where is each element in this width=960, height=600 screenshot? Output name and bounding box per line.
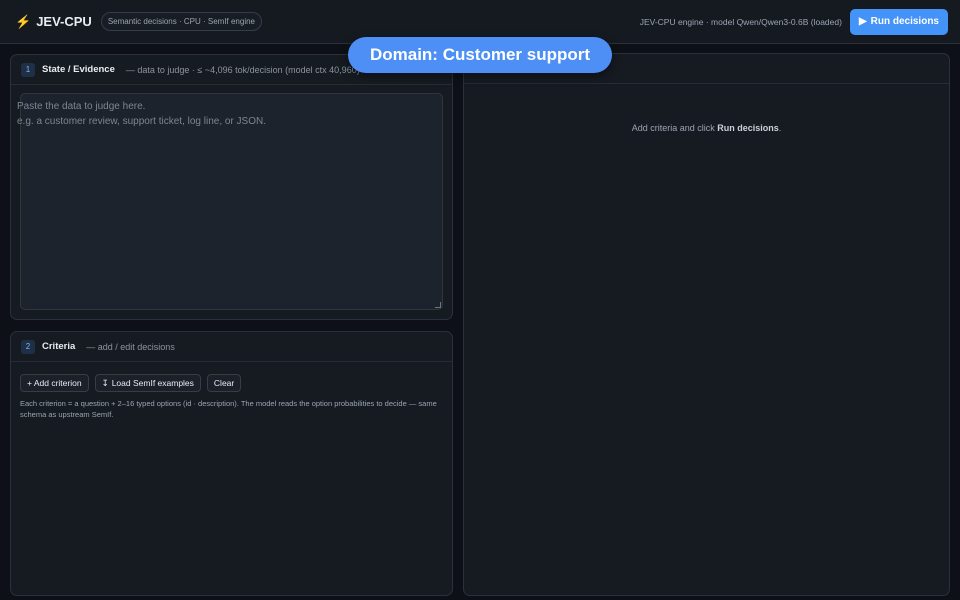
bolt-icon: ⚡ — [15, 13, 32, 29]
criteria-panel-title: Criteria — [42, 341, 76, 352]
play-icon: ▶ — [858, 16, 867, 27]
brand-name: JEV-CPU — [36, 14, 92, 29]
criteria-actions: + Add criterion ↧ Load SemIf examples Cl… — [20, 374, 242, 392]
criteria-help-text: Each criterion = a question + 2–16 typed… — [20, 399, 437, 419]
step-badge-1: 1 — [21, 62, 35, 77]
engine-pill: Semantic decisions · CPU · SemIf engine — [100, 12, 262, 31]
criteria-panel-subtitle: — add / edit decisions — [86, 341, 175, 352]
resize-grip-icon[interactable] — [435, 302, 441, 308]
empty-message-prefix: Add criteria and click — [631, 123, 718, 133]
run-decisions-label: Run decisions — [870, 16, 939, 27]
engine-status: JEV-CPU engine · model Qwen/Qwen3-0.6B (… — [639, 16, 842, 27]
state-evidence-panel: 1 State / Evidence — data to judge · ≤ ~… — [10, 54, 453, 320]
download-icon: ↧ — [101, 377, 109, 388]
load-examples-button[interactable]: ↧ Load SemIf examples — [94, 374, 201, 392]
evidence-textarea[interactable] — [20, 93, 443, 310]
results-empty-message: Add criteria and click Run decisions. — [464, 123, 949, 133]
run-decisions-button[interactable]: ▶ Run decisions — [849, 8, 948, 35]
empty-message-suffix: . — [778, 123, 782, 133]
results-panel: Add criteria and click Run decisions. — [463, 53, 950, 596]
criteria-panel: 2 Criteria — add / edit decisions + Add … — [10, 331, 453, 596]
brand: ⚡ JEV-CPU — [15, 14, 92, 30]
domain-toast: Domain: Customer support — [348, 37, 612, 73]
empty-message-bold: Run decisions — [717, 123, 779, 133]
clear-button[interactable]: Clear — [206, 374, 242, 392]
state-panel-subtitle: — data to judge · ≤ ~4,096 tok/decision … — [125, 64, 360, 75]
add-criterion-button[interactable]: + Add criterion — [20, 374, 89, 392]
step-badge-2: 2 — [21, 339, 35, 354]
load-examples-label: Load SemIf examples — [111, 378, 194, 388]
criteria-panel-header: 2 Criteria — add / edit decisions — [11, 332, 452, 362]
state-panel-title: State / Evidence — [42, 64, 115, 75]
